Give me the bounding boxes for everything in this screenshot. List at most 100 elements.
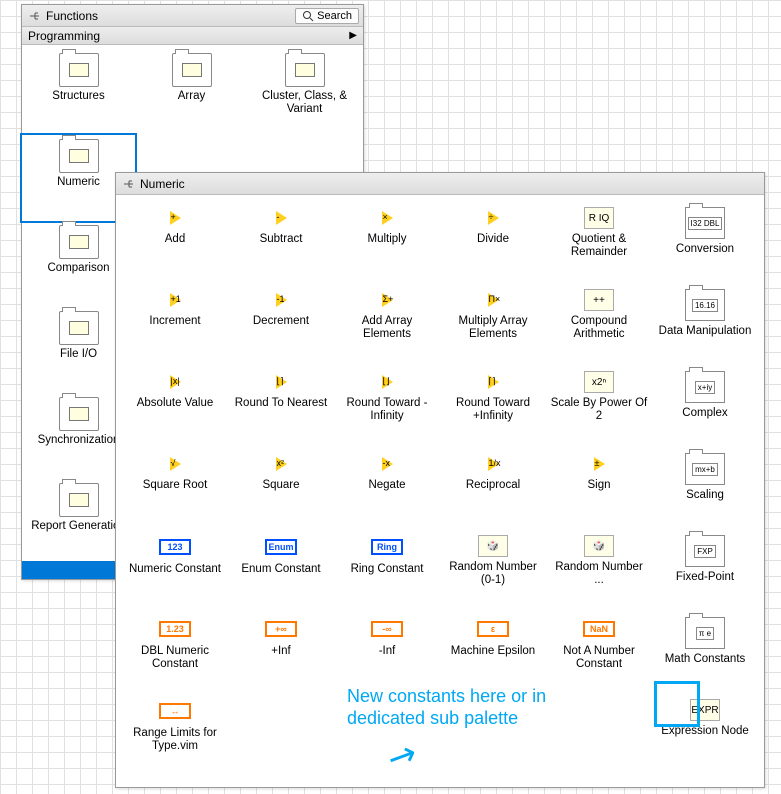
numeric-item-sign[interactable]: Sign bbox=[546, 451, 652, 533]
numeric-item-label: Machine Epsilon bbox=[451, 645, 535, 658]
numeric-item-icon: x+iy bbox=[685, 371, 725, 403]
chevron-right-icon: ▶ bbox=[349, 30, 357, 41]
numeric-item-icon bbox=[488, 375, 499, 389]
numeric-item-label: Reciprocal bbox=[466, 479, 520, 492]
numeric-item-label: Multiply bbox=[368, 233, 407, 246]
numeric-item-dbl-numeric-constant[interactable]: 1.23DBL Numeric Constant bbox=[122, 615, 228, 697]
numeric-item-numeric-constant[interactable]: 123 Numeric Constant bbox=[122, 533, 228, 615]
numeric-item-icon: x2ⁿ bbox=[584, 371, 614, 393]
numeric-item-ring-constant[interactable]: RingRing Constant bbox=[334, 533, 440, 615]
annotation-line-2: dedicated sub palette bbox=[347, 707, 546, 729]
subheader-label: Programming bbox=[28, 29, 100, 43]
numeric-item-scale-by-power-of-2[interactable]: x2ⁿScale By Power Of 2 bbox=[546, 369, 652, 451]
numeric-item-label: Compound Arithmetic bbox=[549, 315, 649, 341]
numeric-item-icon bbox=[170, 293, 181, 307]
numeric-item-icon bbox=[382, 457, 393, 471]
numeric-item-not-a-number-constant[interactable]: NaN Not A Number Constant bbox=[546, 615, 652, 697]
numeric-item-label: Divide bbox=[477, 233, 509, 246]
numeric-item-label: +Inf bbox=[271, 645, 291, 658]
palette-folder-icon bbox=[59, 53, 99, 87]
numeric-item-icon: +∞ bbox=[265, 621, 297, 637]
numeric-item-label: Range Limits for Type.vim bbox=[125, 727, 225, 753]
functions-subheader[interactable]: Programming ▶ bbox=[22, 27, 363, 45]
numeric-item-icon: 🎲 bbox=[478, 535, 508, 557]
palette-folder-icon bbox=[59, 139, 99, 173]
numeric-item-decrement[interactable]: Decrement bbox=[228, 287, 334, 369]
numeric-item-add[interactable]: Add bbox=[122, 205, 228, 287]
numeric-item-icon bbox=[382, 375, 393, 389]
numeric-item-fixed-point[interactable]: FXPFixed-Point bbox=[652, 533, 758, 615]
numeric-item-icon bbox=[594, 457, 605, 471]
numeric-item-conversion[interactable]: I32 DBLConversion bbox=[652, 205, 758, 287]
numeric-item-label: Round Toward -Infinity bbox=[337, 397, 437, 423]
numeric-item-range-limits-for-type-vim[interactable]: ↔Range Limits for Type.vim bbox=[122, 697, 228, 779]
numeric-item-label: Not A Number Constant bbox=[549, 645, 649, 671]
numeric-item-reciprocal[interactable]: Reciprocal bbox=[440, 451, 546, 533]
numeric-item-icon bbox=[382, 211, 393, 225]
functions-item-cluster-class-variant[interactable]: Cluster, Class, & Variant bbox=[248, 49, 361, 135]
pin-icon[interactable] bbox=[26, 8, 42, 24]
numeric-item-icon bbox=[382, 293, 393, 307]
numeric-item-icon bbox=[488, 293, 499, 307]
numeric-item-label: Math Constants bbox=[665, 653, 746, 666]
functions-item-label: Array bbox=[178, 90, 205, 103]
functions-item-label: Comparison bbox=[48, 262, 110, 275]
palette-folder-icon bbox=[59, 225, 99, 259]
numeric-item-icon: I32 DBL bbox=[685, 207, 725, 239]
numeric-item-label: Numeric Constant bbox=[129, 563, 221, 576]
numeric-item-icon: π e bbox=[685, 617, 725, 649]
palette-folder-icon bbox=[285, 53, 325, 87]
numeric-item-icon: 1.23 bbox=[159, 621, 191, 637]
functions-item-structures[interactable]: Structures bbox=[22, 49, 135, 135]
numeric-item-icon: 123 bbox=[159, 539, 191, 555]
functions-header: Functions Search bbox=[22, 5, 363, 27]
numeric-item-add-array-elements[interactable]: Add Array Elements bbox=[334, 287, 440, 369]
numeric-item-negate[interactable]: Negate bbox=[334, 451, 440, 533]
pin-icon[interactable] bbox=[120, 176, 136, 192]
numeric-item-round-to-nearest[interactable]: Round To Nearest bbox=[228, 369, 334, 451]
numeric-item-icon: Ring bbox=[371, 539, 403, 555]
numeric-item-label: -Inf bbox=[379, 645, 396, 658]
numeric-item-multiply[interactable]: Multiply bbox=[334, 205, 440, 287]
numeric-item-compound-arithmetic[interactable]: ++Compound Arithmetic bbox=[546, 287, 652, 369]
numeric-header: Numeric bbox=[116, 173, 764, 195]
numeric-item-scaling[interactable]: mx+bScaling bbox=[652, 451, 758, 533]
functions-item-label: Report Generation bbox=[31, 520, 126, 533]
numeric-item-label: Subtract bbox=[260, 233, 303, 246]
numeric-item-round-toward-infinity[interactable]: Round Toward +Infinity bbox=[440, 369, 546, 451]
numeric-item-square[interactable]: Square bbox=[228, 451, 334, 533]
numeric-item-enum-constant[interactable]: EnumEnum Constant bbox=[228, 533, 334, 615]
search-button[interactable]: Search bbox=[295, 8, 359, 24]
numeric-item-label: Quotient & Remainder bbox=[549, 233, 649, 259]
numeric-item-label: Increment bbox=[149, 315, 200, 328]
numeric-item-subtract[interactable]: Subtract bbox=[228, 205, 334, 287]
numeric-item-data-manipulation[interactable]: 16.16Data Manipulation bbox=[652, 287, 758, 369]
numeric-item-quotient-remainder[interactable]: R IQQuotient & Remainder bbox=[546, 205, 652, 287]
numeric-item-label: Data Manipulation bbox=[659, 325, 752, 338]
numeric-item--inf[interactable]: +∞ +Inf bbox=[228, 615, 334, 697]
numeric-item-icon bbox=[276, 375, 287, 389]
numeric-item-random-number-0-1-[interactable]: 🎲 Random Number (0-1) bbox=[440, 533, 546, 615]
numeric-item-blank bbox=[546, 697, 652, 779]
numeric-item-complex[interactable]: x+iyComplex bbox=[652, 369, 758, 451]
functions-item-array[interactable]: Array bbox=[135, 49, 248, 135]
numeric-item-random-number-[interactable]: 🎲Random Number ... bbox=[546, 533, 652, 615]
numeric-item-label: Random Number (0-1) bbox=[443, 561, 543, 587]
palette-folder-icon bbox=[59, 483, 99, 517]
numeric-item-icon: NaN bbox=[583, 621, 615, 637]
numeric-item-increment[interactable]: Increment bbox=[122, 287, 228, 369]
numeric-item-label: Add bbox=[165, 233, 185, 246]
numeric-item-label: Multiply Array Elements bbox=[443, 315, 543, 341]
numeric-item-absolute-value[interactable]: Absolute Value bbox=[122, 369, 228, 451]
numeric-item-label: Square bbox=[262, 479, 299, 492]
numeric-item-icon bbox=[170, 375, 181, 389]
numeric-item-multiply-array-elements[interactable]: Multiply Array Elements bbox=[440, 287, 546, 369]
numeric-item-square-root[interactable]: Square Root bbox=[122, 451, 228, 533]
numeric-item-divide[interactable]: Divide bbox=[440, 205, 546, 287]
numeric-item-label: Negate bbox=[368, 479, 405, 492]
numeric-item-label: Round To Nearest bbox=[235, 397, 327, 410]
numeric-item-round-toward-infinity[interactable]: Round Toward -Infinity bbox=[334, 369, 440, 451]
numeric-item-label: Fixed-Point bbox=[676, 571, 734, 584]
functions-item-label: Structures bbox=[52, 90, 104, 103]
functions-item-label: Synchronization bbox=[38, 434, 120, 447]
